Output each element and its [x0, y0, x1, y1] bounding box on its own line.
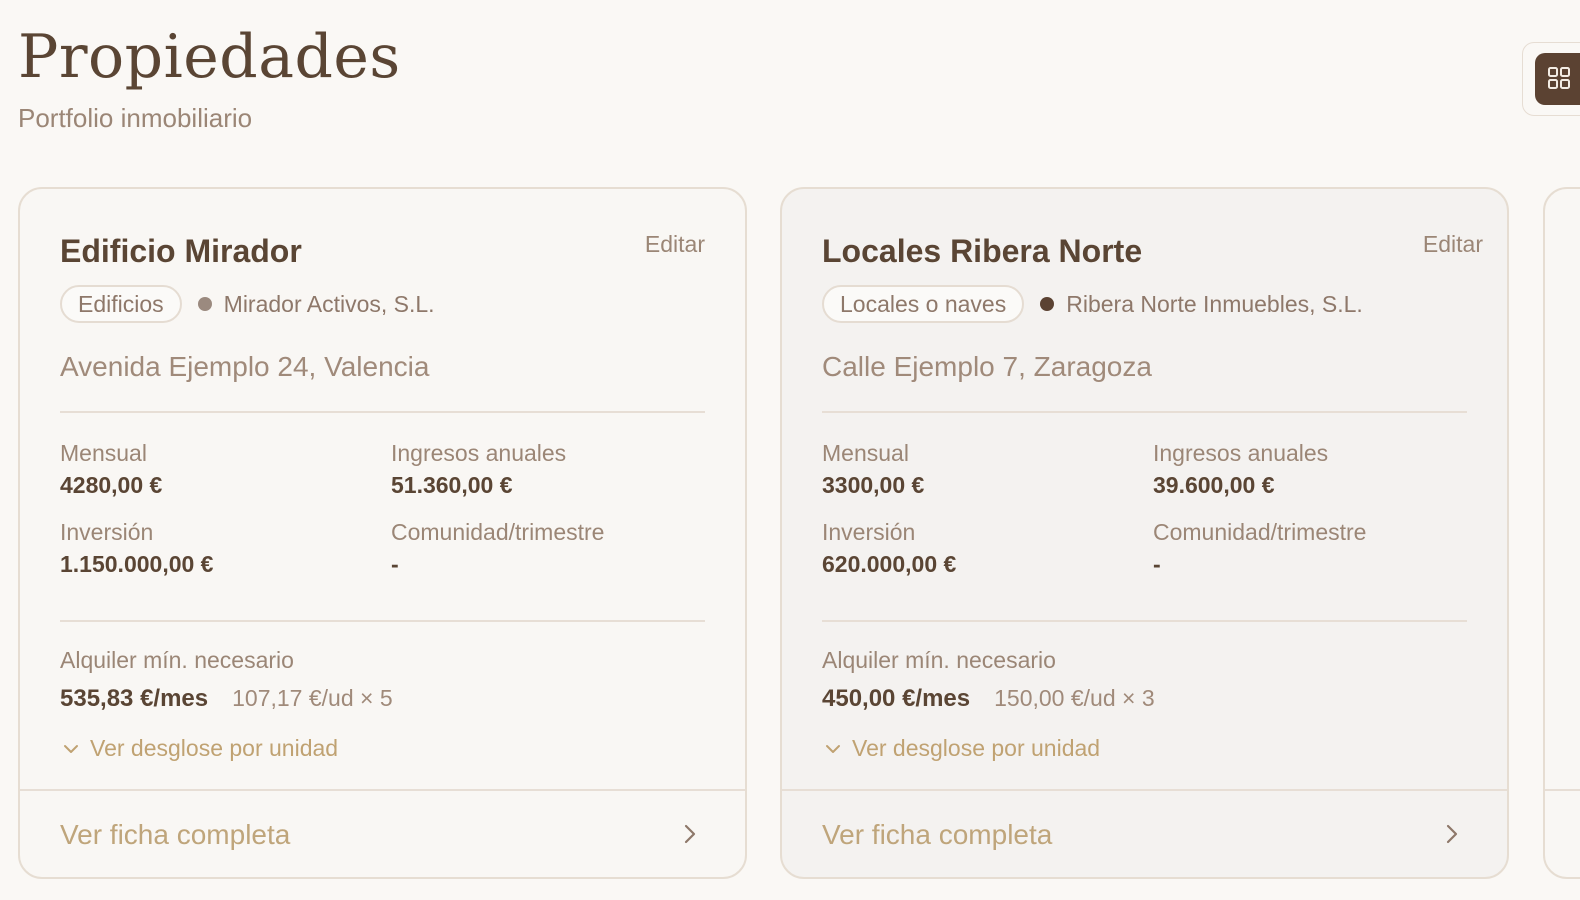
view-full-details-link[interactable]: Ver ficha completa	[60, 819, 290, 851]
property-type-tag: Edificios	[60, 285, 182, 323]
unit-breakdown-toggle[interactable]: Ver desglose por unidad	[824, 735, 1100, 762]
property-meta: Locales o naves Ribera Norte Inmuebles, …	[822, 285, 1363, 323]
stat-annual: Ingresos anuales 39.600,00 €	[1153, 439, 1328, 503]
stat-value: 39.600,00 €	[1153, 472, 1275, 498]
properties-page: Propiedades Portfolio inmobiliario Edifi…	[0, 0, 1580, 900]
stat-value: 1.150.000,00 €	[60, 551, 214, 577]
chevron-right-icon	[1446, 824, 1458, 844]
stat-value: 51.360,00 €	[391, 472, 513, 498]
view-full-details-link[interactable]: Ver ficha completa	[822, 819, 1052, 851]
min-rent-label: Alquiler mín. necesario	[60, 647, 294, 673]
card-footer[interactable]: Ver ficha completa	[782, 789, 1507, 877]
edit-button[interactable]: Editar	[645, 231, 705, 258]
view-toggle	[1522, 42, 1580, 116]
owner-name: Mirador Activos, S.L.	[223, 290, 435, 317]
property-address: Avenida Ejemplo 24, Valencia	[60, 351, 430, 382]
property-title: Locales Ribera Norte	[822, 233, 1143, 269]
divider	[822, 620, 1467, 622]
stat-label: Comunidad/trimestre	[391, 519, 605, 545]
card-footer	[1545, 789, 1580, 877]
stat-label: Mensual	[822, 440, 909, 466]
owner-dot-icon	[197, 297, 212, 311]
stat-value: 620.000,00 €	[822, 551, 957, 577]
unit-breakdown-label: Ver desglose por unidad	[90, 735, 339, 761]
stat-label: Inversión	[822, 519, 916, 545]
stat-value: 3300,00 €	[822, 472, 925, 498]
property-card: Locales Ribera Norte Editar Locales o na…	[780, 187, 1509, 879]
page-subtitle: Portfolio inmobiliario	[18, 103, 253, 133]
owner-name: Ribera Norte Inmuebles, S.L.	[1066, 290, 1363, 317]
min-rent-value: 450,00 €/mes	[822, 685, 971, 712]
chevron-right-icon	[684, 824, 696, 844]
stat-label: Comunidad/trimestre	[1153, 519, 1367, 545]
stat-monthly: Mensual 4280,00 €	[60, 439, 162, 503]
stat-label: Inversión	[60, 519, 154, 545]
stat-label: Ingresos anuales	[1153, 440, 1329, 466]
unit-breakdown-toggle[interactable]: Ver desglose por unidad	[62, 735, 338, 762]
stat-label: Ingresos anuales	[391, 440, 567, 466]
stat-investment: Inversión 620.000,00 €	[822, 518, 956, 582]
property-title: Edificio Mirador	[60, 233, 302, 269]
stat-value: -	[391, 551, 399, 577]
min-rent-row: 450,00 €/mes 150,00 €/ud × 3	[822, 685, 1155, 713]
grid-icon	[1548, 67, 1570, 89]
min-rent-row: 535,83 €/mes 107,17 €/ud × 5	[60, 685, 393, 713]
property-card: Edificio Mirador Editar Edificios Mirado…	[18, 187, 747, 879]
stat-annual: Ingresos anuales 51.360,00 €	[391, 439, 566, 503]
owner: Mirador Activos, S.L.	[197, 290, 435, 318]
stat-value: 4280,00 €	[60, 472, 163, 498]
stat-monthly: Mensual 3300,00 €	[822, 439, 924, 503]
stat-community: Comunidad/trimestre -	[1153, 518, 1366, 582]
unit-breakdown-label: Ver desglose por unidad	[852, 735, 1101, 761]
owner: Ribera Norte Inmuebles, S.L.	[1040, 291, 1363, 318]
min-rent-detail: 107,17 €/ud × 5	[232, 685, 393, 711]
min-rent-label: Alquiler mín. necesario	[822, 647, 1056, 673]
min-rent-value: 535,83 €/mes	[60, 685, 209, 712]
grid-view-button[interactable]	[1535, 53, 1580, 105]
divider	[60, 411, 705, 413]
property-card-partial	[1543, 187, 1580, 879]
stat-investment: Inversión 1.150.000,00 €	[60, 518, 213, 582]
edit-button[interactable]: Editar	[1423, 231, 1483, 258]
property-address: Calle Ejemplo 7, Zaragoza	[822, 351, 1152, 382]
divider	[822, 411, 1467, 413]
chevron-down-icon	[826, 744, 840, 753]
card-footer[interactable]: Ver ficha completa	[20, 789, 745, 877]
chevron-down-icon	[64, 744, 78, 753]
page-title: Propiedades	[18, 22, 401, 92]
property-type-tag: Locales o naves	[822, 285, 1025, 323]
stat-label: Mensual	[60, 440, 147, 466]
stat-value: -	[1153, 551, 1161, 577]
property-meta: Edificios Mirador Activos, S.L.	[60, 285, 435, 323]
owner-dot-icon	[1040, 297, 1055, 311]
min-rent-detail: 150,00 €/ud × 3	[994, 685, 1155, 711]
stat-community: Comunidad/trimestre -	[391, 518, 604, 582]
divider	[60, 620, 705, 622]
